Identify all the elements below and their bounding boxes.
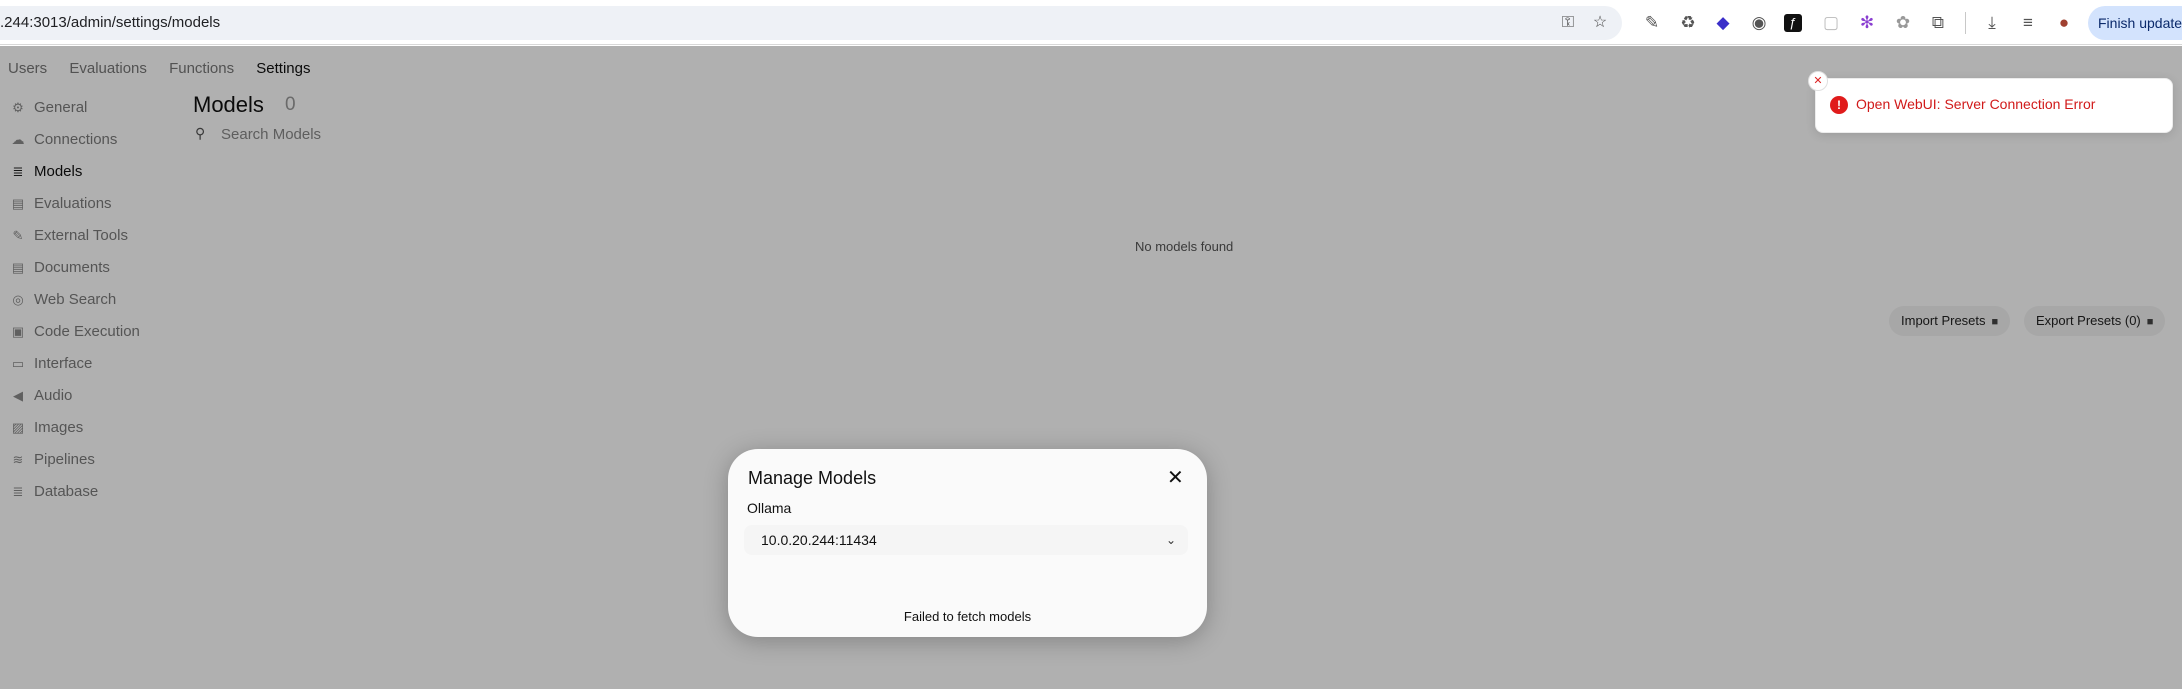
chevron-down-icon: ⌄ xyxy=(1165,533,1176,547)
puzzle-icon[interactable]: ⧉ xyxy=(1927,12,1949,34)
star-icon[interactable]: ☆ xyxy=(1590,13,1610,33)
finish-update-label: Finish update xyxy=(2098,15,2182,31)
eyedropper-icon[interactable]: ✎ xyxy=(1641,12,1663,34)
square-icon[interactable]: ▢ xyxy=(1820,12,1842,34)
download-icon[interactable]: ⤓ xyxy=(1981,12,2003,34)
chatgpt-icon[interactable]: ✿ xyxy=(1892,12,1914,34)
fetch-status-text: Failed to fetch models xyxy=(903,609,1032,624)
avatar-icon[interactable]: ● xyxy=(2053,12,2075,34)
error-icon: ! xyxy=(1830,96,1848,114)
media-queue-icon[interactable]: ≡ xyxy=(2017,12,2039,34)
browser-toolbar: .244:3013/admin/settings/models ⚿ ☆ ✎ ♻ … xyxy=(0,0,2182,45)
toolbar-divider xyxy=(1965,12,1966,34)
endpoint-select[interactable]: 10.0.20.244:11434 ⌄ xyxy=(744,525,1188,555)
endpoint-select-value: 10.0.20.244:11434 xyxy=(761,532,877,548)
stack-icon[interactable]: ◆ xyxy=(1712,12,1734,34)
provider-label: Ollama xyxy=(747,500,792,516)
manage-models-modal: Manage Models ✕ Ollama 10.0.20.244:11434… xyxy=(728,449,1207,637)
address-bar[interactable]: .244:3013/admin/settings/models ⚿ ☆ xyxy=(0,6,1622,40)
modal-title: Manage Models xyxy=(748,468,877,488)
address-url[interactable]: .244:3013/admin/settings/models xyxy=(0,6,220,40)
recycle-icon[interactable]: ♻ xyxy=(1677,12,1699,34)
camera-icon[interactable]: ◉ xyxy=(1748,12,1770,34)
key-icon[interactable]: ⚿ xyxy=(1558,13,1578,33)
gear-icon[interactable]: ✻ xyxy=(1856,12,1878,34)
finish-update-button[interactable]: Finish update xyxy=(2088,6,2182,40)
error-toast: ✕ ! Open WebUI: Server Connection Error xyxy=(1808,71,2173,133)
toast-message: Open WebUI: Server Connection Error xyxy=(1856,96,2096,112)
close-icon[interactable]: ✕ xyxy=(1167,468,1184,488)
toast-close-icon[interactable]: ✕ xyxy=(1808,71,1828,91)
font-icon[interactable]: ƒ xyxy=(1784,14,1802,32)
